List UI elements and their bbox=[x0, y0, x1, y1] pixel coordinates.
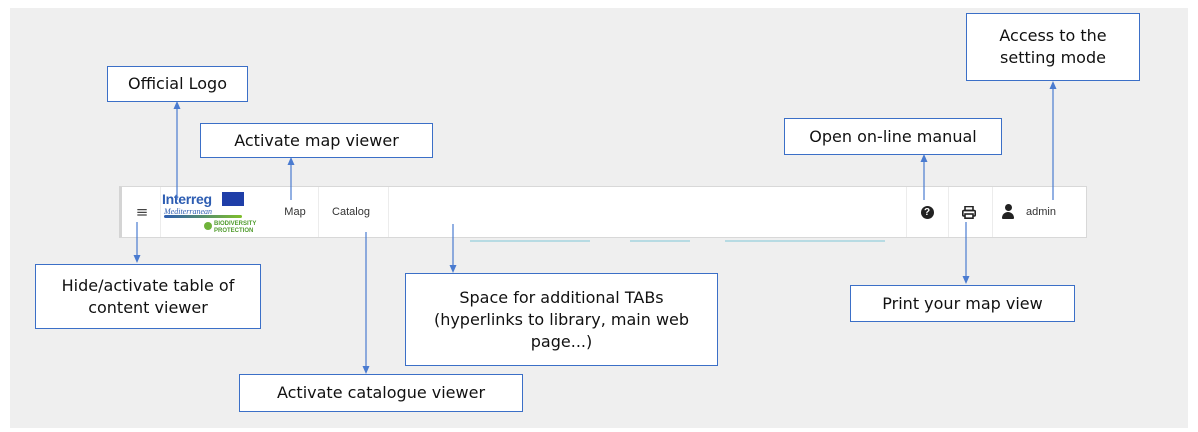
divider bbox=[160, 187, 161, 237]
map-edge bbox=[470, 240, 590, 242]
divider bbox=[948, 187, 949, 237]
callout-catalogue: Activate catalogue viewer bbox=[239, 374, 523, 412]
tab-map[interactable]: Map bbox=[274, 187, 316, 237]
print-button[interactable] bbox=[952, 187, 986, 237]
callout-official-logo: Official Logo bbox=[107, 66, 248, 102]
eu-flag-icon bbox=[222, 192, 244, 206]
divider bbox=[318, 187, 319, 237]
app-toolbar: ≡ Interreg Mediterranean BIODIVERSITY PR… bbox=[119, 186, 1087, 238]
logo-swoosh bbox=[164, 215, 242, 218]
printer-icon bbox=[962, 205, 976, 219]
toc-toggle-button[interactable]: ≡ bbox=[128, 187, 156, 237]
tab-catalog-label: Catalog bbox=[332, 206, 370, 218]
user-menu-button[interactable]: admin bbox=[1002, 187, 1082, 237]
user-icon bbox=[1002, 204, 1014, 220]
divider bbox=[388, 187, 389, 237]
logo-interreg-text: Interreg bbox=[162, 191, 212, 207]
tab-map-label: Map bbox=[284, 206, 306, 218]
map-edge bbox=[630, 240, 690, 242]
callout-hide-toc: Hide/activate table of content viewer bbox=[35, 264, 261, 329]
hamburger-icon: ≡ bbox=[135, 203, 149, 221]
leaf-icon bbox=[204, 222, 212, 230]
map-edge bbox=[725, 240, 885, 242]
tab-catalog[interactable]: Catalog bbox=[320, 187, 382, 237]
divider bbox=[906, 187, 907, 237]
divider bbox=[992, 187, 993, 237]
logo-tagline: BIODIVERSITY PROTECTION bbox=[214, 221, 257, 234]
question-circle-icon: ? bbox=[920, 205, 934, 219]
help-button[interactable]: ? bbox=[912, 187, 942, 237]
callout-print-view: Print your map view bbox=[850, 285, 1075, 322]
official-logo: Interreg Mediterranean BIODIVERSITY PROT… bbox=[162, 189, 272, 235]
callout-activate-map: Activate map viewer bbox=[200, 123, 433, 158]
callout-online-manual: Open on-line manual bbox=[784, 118, 1002, 155]
user-name: admin bbox=[1026, 206, 1056, 218]
callout-setting-mode: Access to the setting mode bbox=[966, 13, 1140, 81]
callout-additional-tabs: Space for additional TABs (hyperlinks to… bbox=[405, 273, 718, 366]
